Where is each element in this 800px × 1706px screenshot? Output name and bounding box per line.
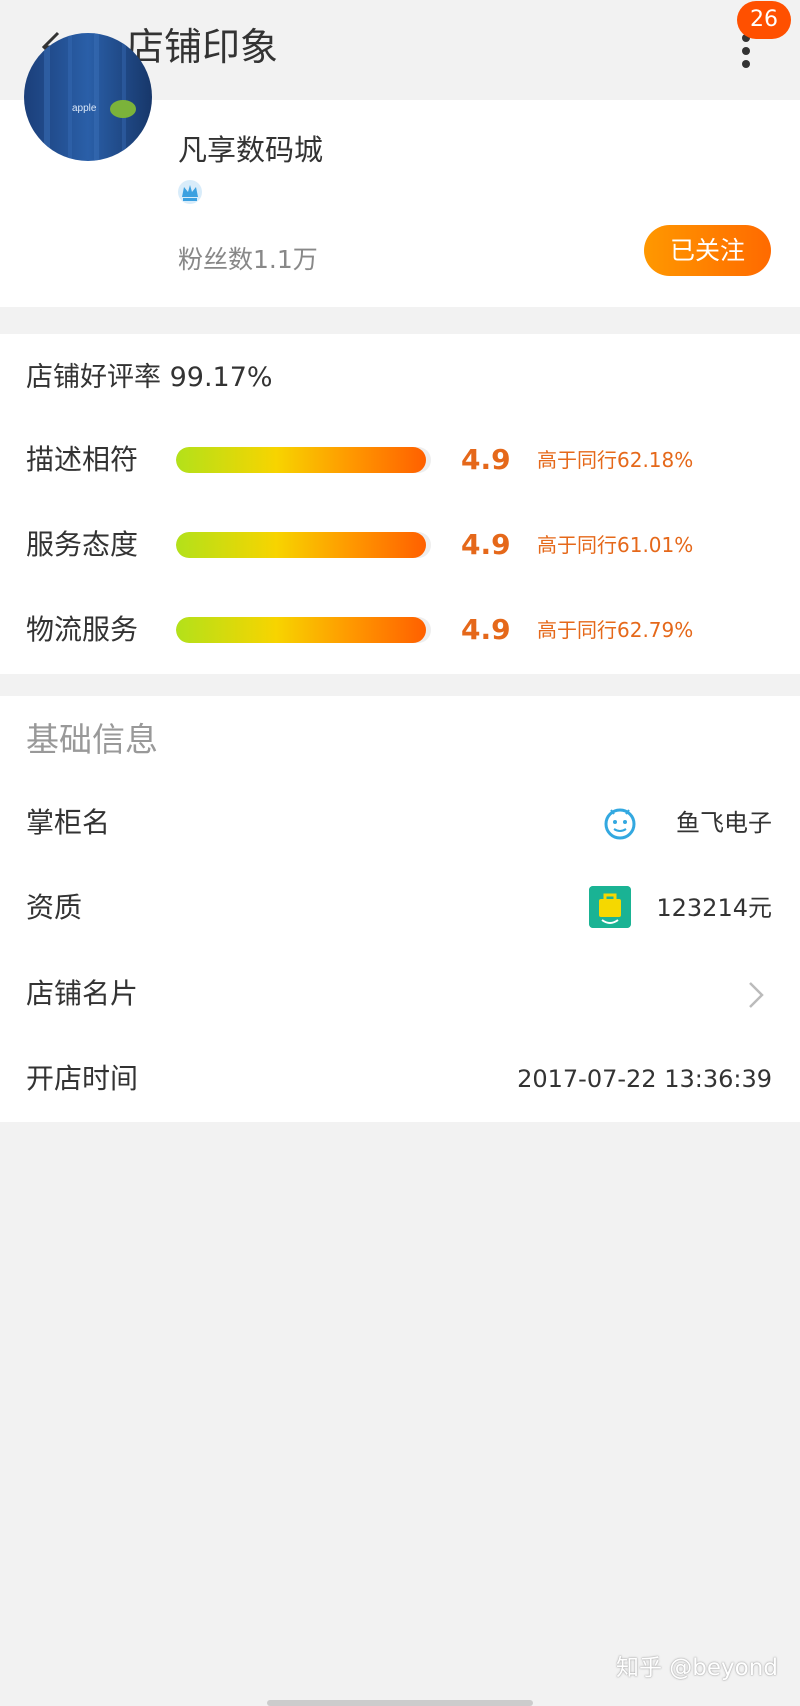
qualification-label: 资质 — [26, 891, 83, 924]
rating-bar-fill — [176, 617, 426, 643]
open-time-value: 2017-07-22 13:36:39 — [517, 1065, 772, 1093]
positive-rate: 店铺好评率 99.17% — [26, 362, 273, 393]
page-title: 店铺印象 — [126, 25, 279, 69]
rating-score: 4.9 — [461, 528, 511, 561]
rating-label: 物流服务 — [26, 613, 139, 646]
rating-bar-fill — [176, 447, 426, 473]
rating-bar — [176, 447, 431, 473]
shopkeeper-label: 掌柜名 — [26, 806, 111, 839]
home-indicator[interactable] — [267, 1700, 533, 1706]
shopkeeper-name: 鱼飞电子 — [676, 809, 772, 837]
qualification-value: 123214元 — [656, 894, 772, 922]
bag-icon — [589, 886, 631, 928]
rating-bar — [176, 617, 431, 643]
follow-button[interactable]: 已关注 — [644, 225, 771, 276]
rating-bar — [176, 532, 431, 558]
basic-info-title: 基础信息 — [26, 720, 158, 759]
rating-label: 服务态度 — [26, 528, 139, 561]
mascot-icon — [604, 808, 636, 840]
rating-compare: 高于同行61.01% — [537, 533, 694, 557]
rating-bar-fill — [176, 532, 426, 558]
rating-score: 4.9 — [461, 443, 511, 476]
shop-name: 凡享数码城 — [178, 133, 324, 167]
avatar-text: apple — [72, 103, 97, 114]
shop-card-label[interactable]: 店铺名片 — [26, 974, 138, 1014]
notification-badge: 26 — [737, 1, 791, 39]
watermark: 知乎 @beyond — [616, 1655, 778, 1681]
crown-icon — [178, 180, 202, 204]
open-time-label: 开店时间 — [26, 1062, 139, 1095]
rating-compare: 高于同行62.18% — [537, 448, 694, 472]
chevron-right-icon[interactable] — [746, 979, 766, 1011]
rating-score: 4.9 — [461, 613, 511, 646]
rating-label: 描述相符 — [26, 443, 139, 476]
shop-avatar[interactable]: apple — [24, 33, 152, 161]
fans-count: 粉丝数1.1万 — [178, 245, 318, 274]
rating-compare: 高于同行62.79% — [537, 618, 694, 642]
